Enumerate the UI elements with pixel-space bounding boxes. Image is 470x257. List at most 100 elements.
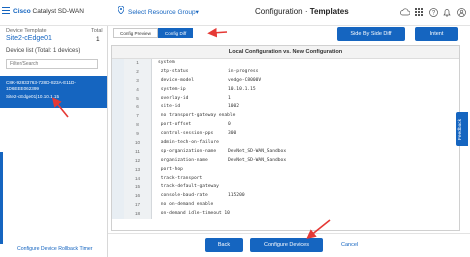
back-button[interactable]: Back <box>205 238 243 252</box>
config-diff-panel: Local Configuration vs. New Configuratio… <box>111 45 460 231</box>
config-value: in-progress <box>228 68 259 74</box>
config-line: 15 track-default-gateway <box>112 183 459 193</box>
device-template-value: Site2-cEdge01 <box>6 35 52 42</box>
config-line: 4 system-ip 10.10.1.15 <box>112 85 459 95</box>
device-sidebar: Device Template Site2-cEdge01 Total 1 De… <box>0 26 108 257</box>
help-icon[interactable]: ? <box>428 7 438 17</box>
line-number: 8 <box>124 121 152 131</box>
config-key: no on-demand enable <box>158 202 214 208</box>
gutter <box>112 165 124 175</box>
user-icon[interactable] <box>456 7 466 17</box>
gutter <box>112 130 124 140</box>
hamburger-menu-icon[interactable] <box>2 7 10 14</box>
gutter <box>112 183 124 193</box>
config-value: 115200 <box>228 193 245 199</box>
gutter <box>112 112 124 122</box>
side-by-side-diff-button[interactable]: Side By Side Diff <box>337 27 405 41</box>
config-value: DevNet_SD-WAN_Sandbox <box>228 157 287 163</box>
grid-icon[interactable] <box>414 7 424 17</box>
config-key: on-demand idle-timeout 10 <box>158 211 230 217</box>
arrow-to-config-diff <box>207 27 228 38</box>
device-template-label: Device Template <box>6 28 47 34</box>
brand-logo: Cisco Catalyst SD-WAN <box>13 8 84 15</box>
config-line: 13 port-hop <box>112 165 459 175</box>
config-value: 300 <box>228 131 237 137</box>
config-value: 1002 <box>228 104 240 110</box>
config-key: system <box>158 60 175 65</box>
gutter <box>112 103 124 113</box>
gutter <box>112 59 124 68</box>
config-key: console-baud-rate <box>158 193 208 199</box>
device-list-item[interactable]: C8K-92833763-728D-823A-E11D-1D6EEE062399… <box>0 76 107 108</box>
config-key: port-offset <box>158 122 192 128</box>
bell-icon[interactable] <box>442 7 452 17</box>
line-number: 2 <box>124 67 152 77</box>
cloud-icon[interactable] <box>400 7 410 17</box>
gutter <box>112 139 124 148</box>
config-line: 5 overlay-id 1 <box>112 94 459 104</box>
page-title: Configuration · Templates <box>255 7 349 16</box>
configure-devices-button[interactable]: Configure Devices <box>250 238 323 252</box>
config-line: 6 site-id 1002 <box>112 103 459 113</box>
config-key: device-model <box>158 77 194 83</box>
line-number: 3 <box>124 76 152 86</box>
config-line: 1 system <box>112 59 459 68</box>
gutter <box>112 121 124 131</box>
line-number: 13 <box>124 165 152 175</box>
device-host: Site2-cEdge01|10.10.1.15 <box>6 94 60 99</box>
config-diff-heading: Local Configuration vs. New Configuratio… <box>112 46 459 59</box>
cancel-button[interactable]: Cancel <box>341 242 358 248</box>
config-key: sp-organization-name <box>158 148 217 154</box>
gutter <box>112 174 124 184</box>
config-line: 2 ztp-status in-progress <box>112 67 459 77</box>
config-line: 14 track-transport <box>112 174 459 184</box>
config-value: 1 <box>228 95 231 101</box>
device-id: C8K-92833763-728D-823A-E11D-1D6EEE062399 <box>6 80 76 91</box>
gutter <box>112 147 124 157</box>
line-number: 15 <box>124 183 152 193</box>
config-tabs: Config Preview Config Diff <box>113 28 194 38</box>
gutter <box>112 156 124 166</box>
tab-config-diff[interactable]: Config Diff <box>157 28 194 38</box>
line-number: 6 <box>124 103 152 113</box>
sidebar-scroll-accent <box>0 152 3 244</box>
config-line: 12 organization-name DevNet_SD-WAN_Sandbo… <box>112 156 459 166</box>
config-value: 10.10.1.15 <box>228 86 256 92</box>
config-key: no transport-gateway enable <box>158 113 236 119</box>
line-number: 10 <box>124 139 152 148</box>
gutter <box>112 67 124 77</box>
resource-group-selector[interactable]: Select Resource Group▾ <box>128 8 199 16</box>
config-value: vedge-C8000V <box>228 77 262 83</box>
config-line: 10 admin-tech-on-failure <box>112 139 459 148</box>
config-key: system-ip <box>158 86 186 92</box>
configure-rollback-timer-link[interactable]: Configure Device Rollback Timer <box>17 246 93 252</box>
line-number: 12 <box>124 156 152 166</box>
gutter <box>112 76 124 86</box>
config-key: admin-tech-on-failure <box>158 140 219 146</box>
config-key: organization-name <box>158 157 208 163</box>
config-lines: 1 system 2 ztp-status in-progress 3 device-m… <box>112 59 459 220</box>
config-value: DevNet_SD-WAN_Sandbox <box>228 148 287 154</box>
gutter <box>112 201 124 211</box>
total-value: 1 <box>96 36 100 43</box>
total-label: Total <box>91 28 103 34</box>
config-line: 3 device-model vedge-C8000V <box>112 76 459 86</box>
config-key: track-default-gateway <box>158 184 219 190</box>
device-filter-input[interactable] <box>6 59 98 69</box>
config-line: 17 no on-demand enable <box>112 201 459 211</box>
line-number: 17 <box>124 201 152 211</box>
line-number: 9 <box>124 130 152 140</box>
gutter <box>112 94 124 104</box>
config-key: ztp-status <box>158 68 189 74</box>
tab-config-preview[interactable]: Config Preview <box>113 28 158 38</box>
top-header: Cisco Catalyst SD-WAN Select Resource Gr… <box>0 0 470 26</box>
location-pin-icon <box>118 6 124 14</box>
intent-button[interactable]: Intent <box>415 27 458 41</box>
gutter <box>112 192 124 202</box>
config-key: overlay-id <box>158 95 189 101</box>
feedback-tab[interactable]: Feedback <box>456 112 468 146</box>
config-line: 7 no transport-gateway enable <box>112 112 459 122</box>
config-line: 8 port-offset 0 <box>112 121 459 131</box>
config-value: 0 <box>228 122 231 128</box>
config-key: port-hop <box>158 166 183 172</box>
